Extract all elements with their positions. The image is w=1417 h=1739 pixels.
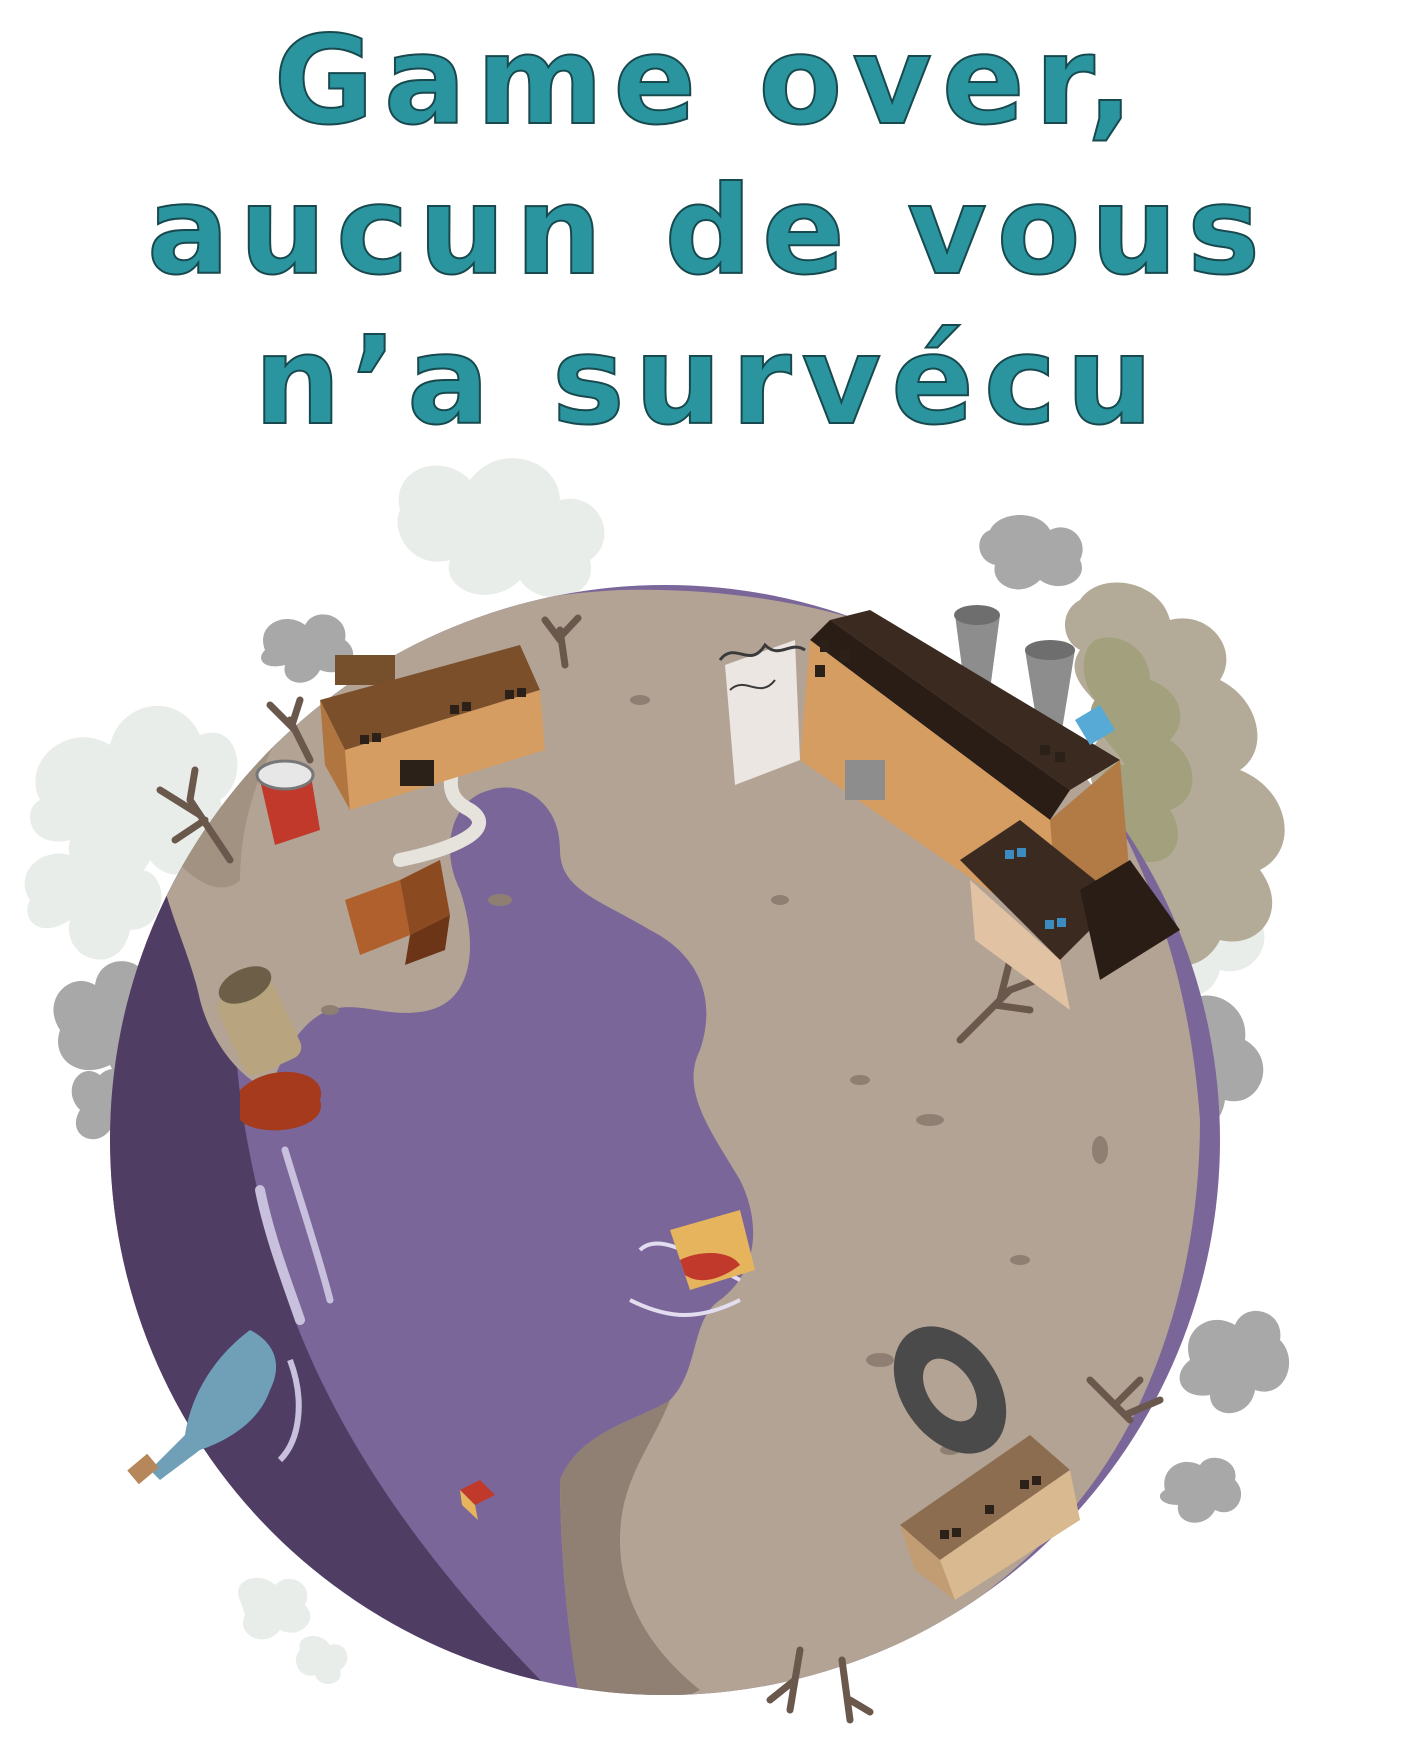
polluted-earth-svg: [24, 458, 1290, 1724]
title-line-1: Game over,: [273, 9, 1144, 153]
loading-door: [845, 760, 885, 800]
game-over-title: Game over, aucun de vous n’a survécu: [0, 0, 1417, 456]
title-line-3: n’a survécu: [253, 309, 1164, 453]
polluted-earth-illustration: [0, 450, 1417, 1735]
title-line-2: aucun de vous: [146, 159, 1271, 303]
walled-building: [725, 640, 800, 785]
